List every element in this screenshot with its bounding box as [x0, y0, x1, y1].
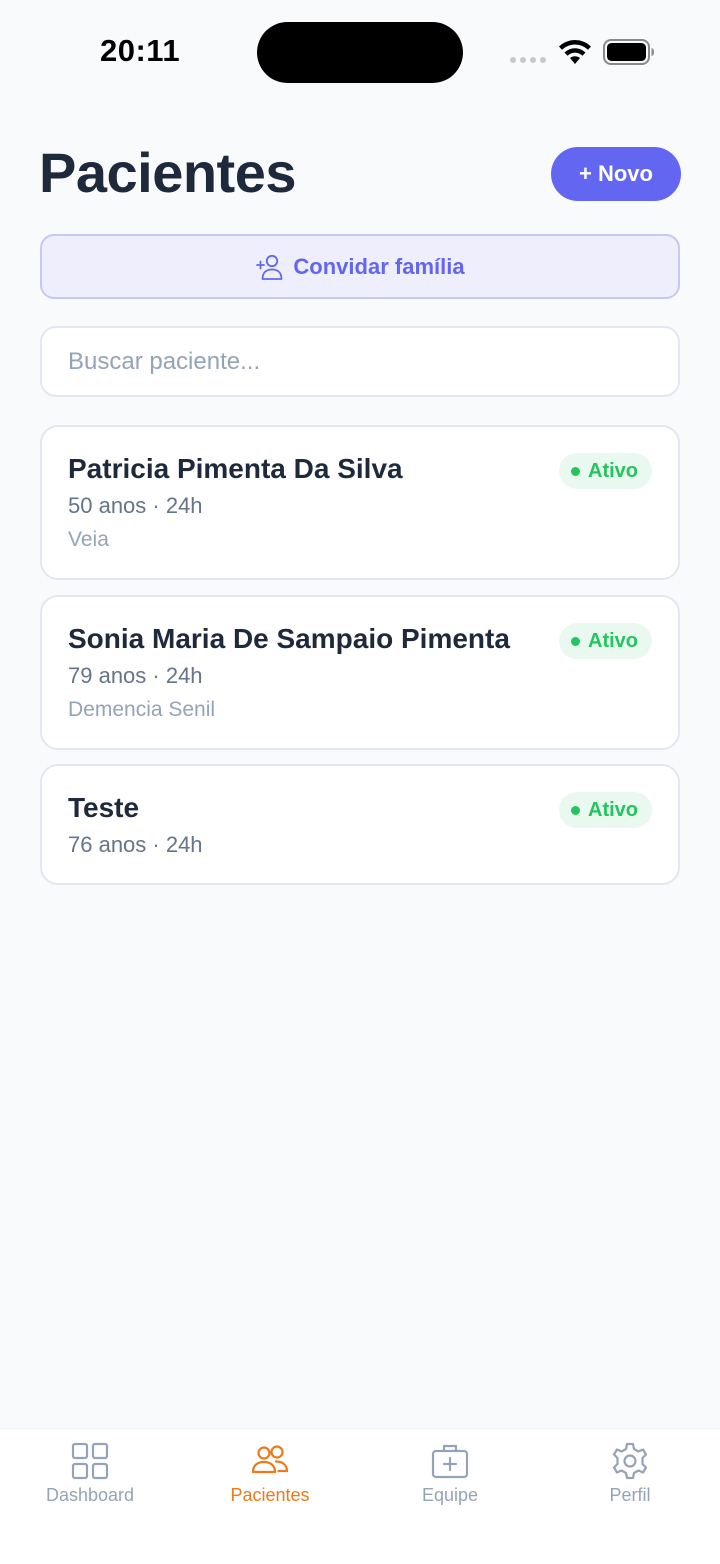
status-badge-label: Ativo [588, 798, 638, 821]
patient-diagnosis: Demencia Senil [68, 698, 216, 721]
patient-card[interactable]: Teste 76 anos · 24h Ativo [40, 764, 680, 885]
patient-age-shift: 79 anos · 24h [68, 663, 203, 688]
tab-dashboard[interactable]: Dashboard [0, 1429, 180, 1529]
grid-icon [71, 1442, 109, 1480]
patient-card[interactable]: Sonia Maria De Sampaio Pimenta 79 anos ·… [40, 595, 680, 750]
status-bar: 20:11 [0, 0, 720, 100]
status-badge-label: Ativo [588, 459, 638, 482]
tab-pacientes[interactable]: Pacientes [180, 1429, 360, 1529]
tab-label: Pacientes [230, 1485, 310, 1505]
user-plus-icon [256, 254, 283, 280]
patient-age-shift: 76 anos · 24h [68, 832, 203, 857]
patient-name: Teste [68, 792, 140, 823]
users-icon [251, 1445, 289, 1474]
tab-perfil[interactable]: Perfil [540, 1429, 720, 1529]
gear-icon [612, 1442, 648, 1480]
medical-kit-icon [431, 1444, 469, 1479]
status-badge: Ativo [559, 453, 652, 489]
status-dot-icon [571, 636, 580, 646]
tab-label: Equipe [421, 1485, 479, 1505]
battery-icon [603, 39, 654, 65]
search-patient-input[interactable] [40, 326, 680, 397]
patient-name: Patricia Pimenta Da Silva [68, 453, 403, 484]
tab-equipe[interactable]: Equipe [360, 1429, 540, 1529]
patient-age-shift: 50 anos · 24h [68, 493, 203, 518]
invite-family-label: Convidar família [293, 253, 465, 279]
patient-name: Sonia Maria De Sampaio Pimenta [68, 623, 510, 654]
wifi-icon [559, 40, 591, 64]
status-dot-icon [571, 466, 580, 476]
cellular-signal-icon [510, 57, 546, 63]
patient-card[interactable]: Patricia Pimenta Da Silva 50 anos · 24h … [40, 425, 680, 580]
status-badge: Ativo [559, 792, 652, 828]
tab-bar: Dashboard Pacientes Equipe Perfil [0, 1428, 720, 1564]
status-dot-icon [571, 805, 580, 815]
tab-label: Dashboard [45, 1485, 135, 1505]
status-badge-label: Ativo [588, 629, 638, 652]
tab-label: Perfil [609, 1485, 651, 1505]
status-badge: Ativo [559, 623, 652, 659]
status-time: 20:11 [100, 33, 181, 68]
dynamic-island [257, 22, 463, 83]
patient-diagnosis: Veia [68, 528, 109, 551]
invite-family-button[interactable]: Convidar família [40, 234, 680, 299]
page-title: Pacientes [39, 141, 297, 204]
new-patient-button[interactable]: + Novo [551, 147, 681, 201]
